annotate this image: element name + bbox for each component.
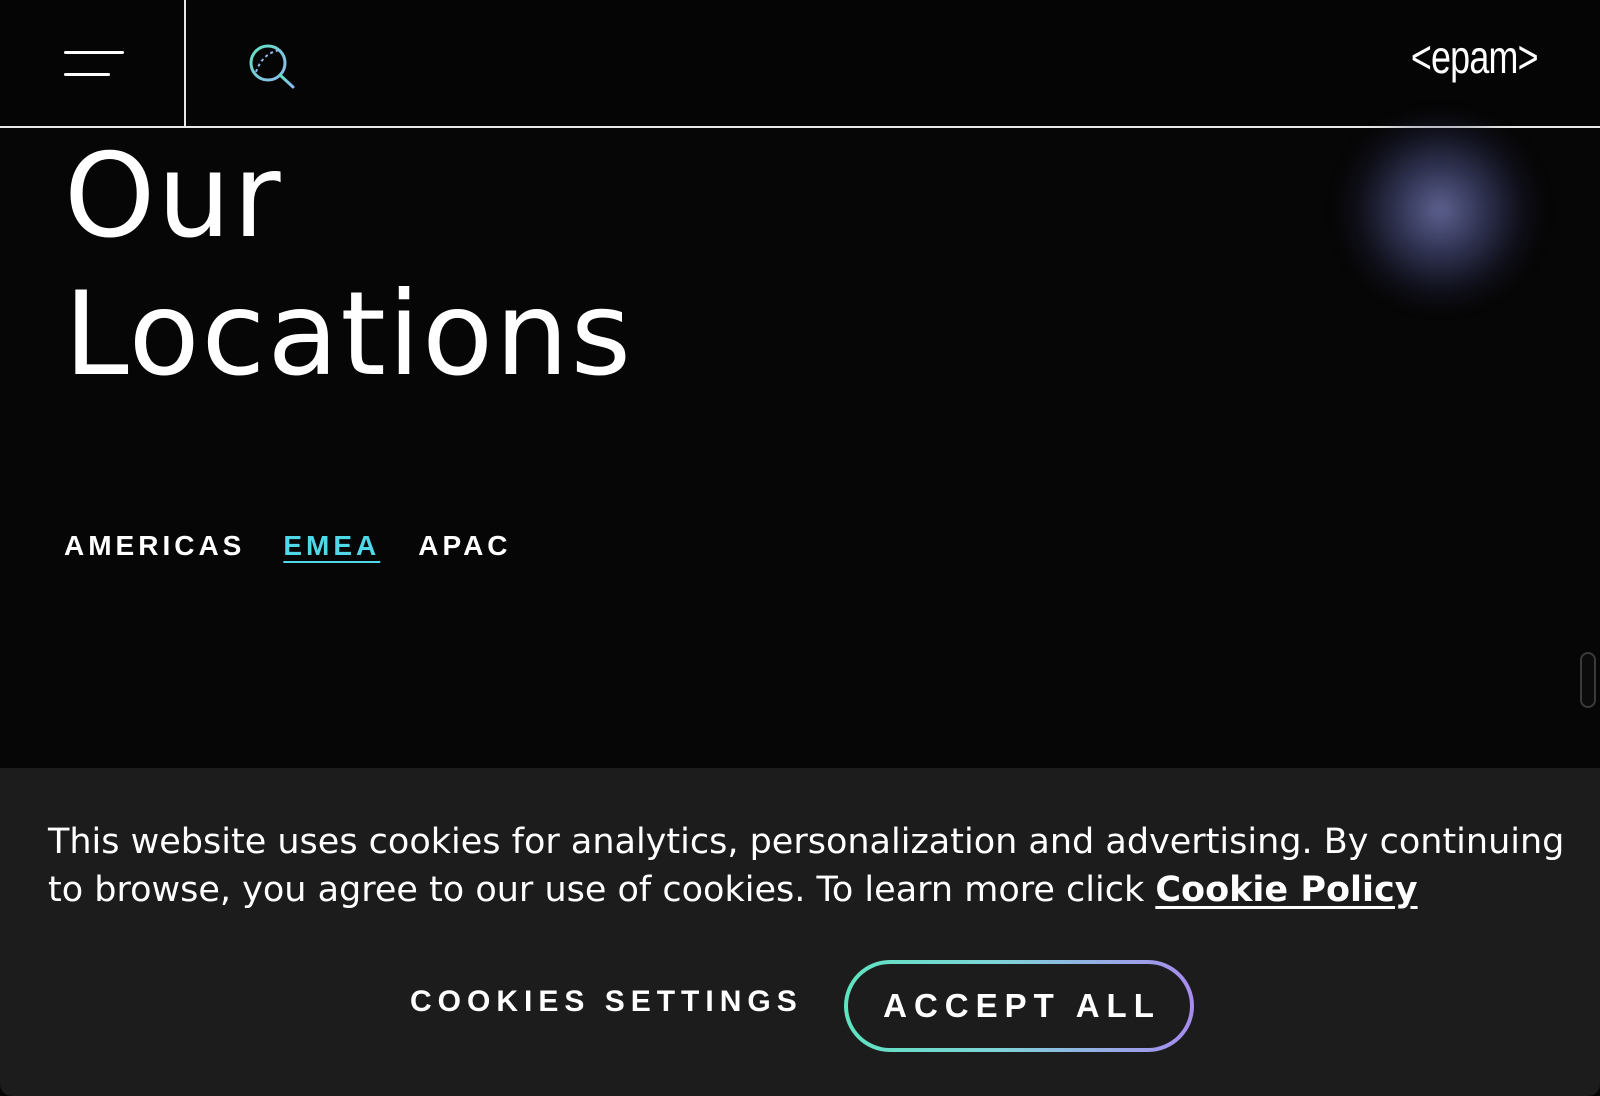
tab-apac[interactable]: APAC: [418, 530, 511, 562]
region-tabs: AMERICAS EMEA APAC: [64, 530, 512, 562]
search-button[interactable]: [246, 42, 298, 94]
tab-americas[interactable]: AMERICAS: [64, 530, 245, 562]
menu-button[interactable]: [0, 0, 186, 126]
page-title: Our Locations: [64, 128, 633, 404]
accept-all-button-border[interactable]: ACCEPT ALL: [844, 960, 1194, 1052]
page-title-line2: Locations: [64, 267, 634, 402]
tab-emea[interactable]: EMEA: [283, 530, 380, 562]
cookie-banner-text: This website uses cookies for analytics,…: [48, 818, 1578, 914]
hamburger-menu-icon: [64, 51, 124, 54]
search-icon: [249, 44, 295, 89]
page-title-line1: Our: [64, 129, 283, 264]
page: <epam> Our Locations AMERICAS EMEA APAC …: [0, 0, 1600, 1096]
accept-all-button[interactable]: ACCEPT ALL: [848, 964, 1190, 1048]
cookies-settings-button[interactable]: COOKIES SETTINGS: [410, 985, 803, 1019]
epam-logo[interactable]: <epam>: [1411, 30, 1539, 84]
scrollbar-thumb[interactable]: [1580, 652, 1596, 708]
hamburger-menu-icon-bar: [64, 73, 110, 76]
cookie-policy-link[interactable]: Cookie Policy: [1155, 870, 1417, 910]
decorative-glow: [1330, 110, 1550, 310]
site-header: <epam>: [0, 0, 1600, 128]
